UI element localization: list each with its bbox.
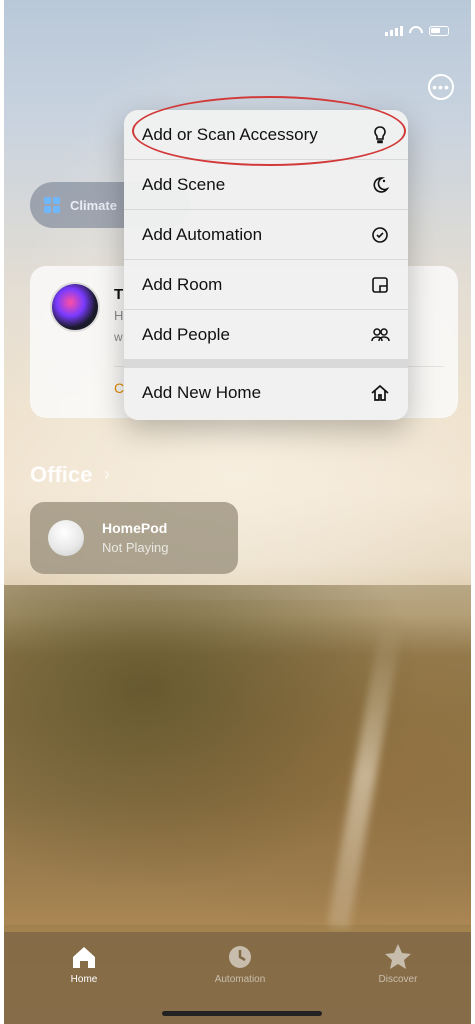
tab-automation-label: Automation (214, 974, 266, 985)
tab-discover-label: Discover (378, 974, 418, 985)
clock-icon (229, 946, 251, 968)
menu-item-add-or-scan-accessory[interactable]: Add or Scan Accessory (124, 110, 408, 160)
homepod-name: HomePod (102, 520, 168, 536)
menu-item-add-people[interactable]: Add People (124, 310, 408, 360)
tab-bar: Home Automation Discover (4, 932, 471, 1024)
house-icon (371, 384, 389, 401)
status-bar (385, 26, 449, 36)
siri-icon (52, 284, 98, 330)
tab-automation[interactable]: Automation (190, 940, 290, 985)
menu-item-add-scene[interactable]: Add Scene (124, 160, 408, 210)
tab-home-label: Home (70, 974, 98, 985)
menu-item-label: Add New Home (142, 383, 262, 402)
menu-item-label: Add Automation (142, 224, 263, 244)
card-action-link[interactable]: C (114, 380, 124, 396)
chevron-right-icon: › (104, 464, 110, 484)
menu-divider (124, 360, 408, 368)
lightbulb-icon (374, 126, 386, 144)
menu-item-add-automation[interactable]: Add Automation (124, 210, 408, 260)
wifi-icon (409, 26, 423, 36)
menu-item-label: Add Room (142, 274, 223, 294)
office-section-title[interactable]: Office (30, 462, 92, 488)
room-door-icon (372, 277, 388, 293)
battery-icon (429, 26, 449, 36)
menu-item-add-new-home[interactable]: Add New Home (124, 368, 408, 418)
homepod-status: Not Playing (102, 540, 169, 555)
card-detail: w (114, 330, 123, 344)
card-title: T (114, 286, 124, 303)
house-icon (73, 947, 95, 968)
homepod-tile[interactable]: HomePod Not Playing (30, 502, 238, 574)
clock-check-icon (372, 227, 388, 243)
background-landscape (4, 585, 471, 925)
people-icon (371, 328, 390, 342)
card-subtitle: H (114, 308, 124, 323)
tab-discover[interactable]: Discover (348, 940, 448, 985)
climate-grid-icon (44, 197, 60, 213)
menu-item-label: Add or Scan Accessory (142, 124, 318, 144)
scene-moon-icon (373, 177, 390, 193)
star-icon (385, 944, 411, 969)
tab-home[interactable]: Home (34, 940, 134, 985)
climate-chip-label: Climate (70, 197, 117, 213)
ellipsis-circle-icon[interactable]: ••• (428, 74, 454, 100)
homepod-icon (48, 520, 84, 556)
signal-icon (385, 26, 403, 36)
home-indicator[interactable] (162, 1011, 322, 1016)
menu-item-label: Add People (142, 324, 230, 344)
menu-item-label: Add Scene (142, 174, 226, 194)
add-context-menu: Add or Scan Accessory Add Scene Add Auto… (124, 110, 408, 420)
menu-item-add-room[interactable]: Add Room (124, 260, 408, 310)
